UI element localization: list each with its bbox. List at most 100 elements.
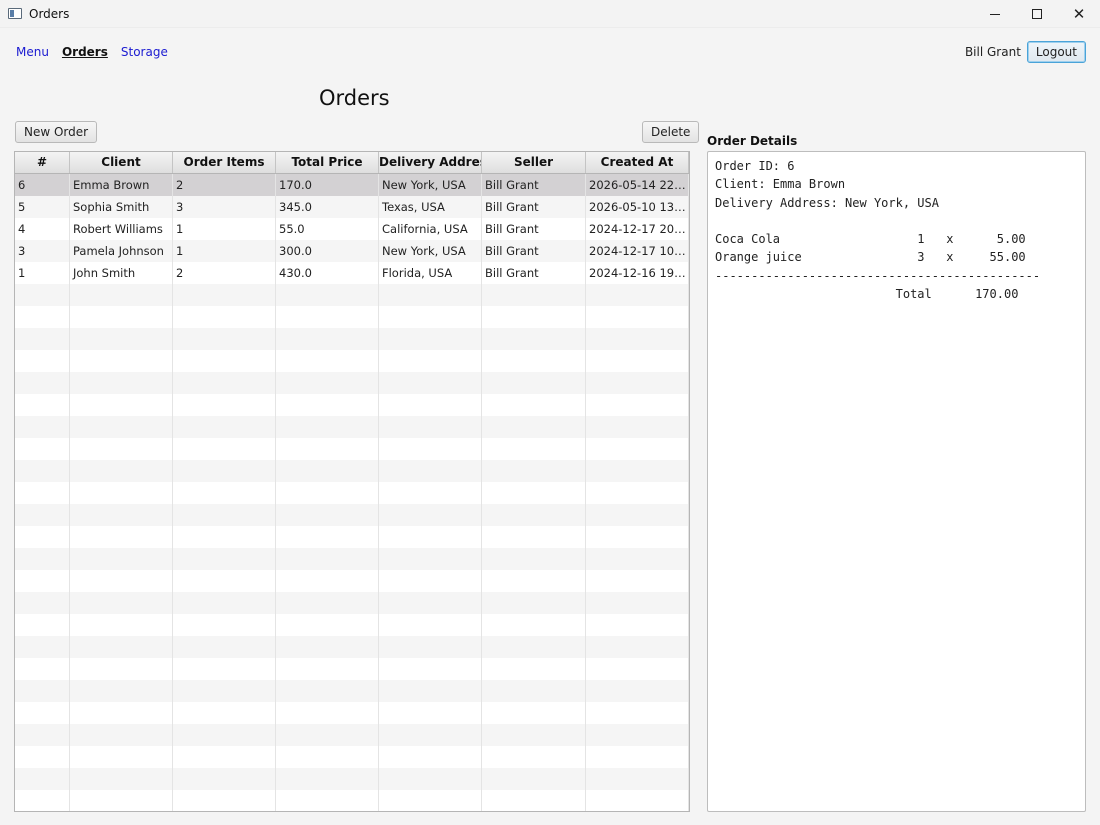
nav-menu-link[interactable]: Menu — [16, 45, 49, 59]
nav-orders-link[interactable]: Orders — [62, 45, 108, 59]
table-cell — [70, 614, 173, 636]
table-cell — [379, 372, 482, 394]
table-row[interactable]: 6 Emma Brown 2 170.0 New York, USA Bill Grant… — [15, 174, 689, 196]
table-cell — [276, 768, 379, 790]
table-cell — [173, 680, 276, 702]
column-header[interactable]: Created At — [586, 152, 689, 173]
order-details-label: Order Details — [707, 134, 798, 148]
empty-table-row[interactable] — [15, 284, 689, 306]
table-row[interactable]: 4 Robert Williams 1 55.0 California, USA Bill… — [15, 218, 689, 240]
table-cell: 2024-12-16 19:35:... — [586, 262, 689, 284]
table-cell — [586, 482, 689, 504]
details-line: Delivery Address: New York, USA — [715, 195, 939, 210]
empty-table-row[interactable] — [15, 702, 689, 724]
table-cell — [379, 438, 482, 460]
empty-table-row[interactable] — [15, 416, 689, 438]
empty-table-row[interactable] — [15, 504, 689, 526]
table-cell — [276, 284, 379, 306]
table-cell — [70, 680, 173, 702]
close-button[interactable]: ✕ — [1058, 0, 1100, 28]
table-cell — [586, 702, 689, 724]
table-cell: 3 — [15, 240, 70, 262]
table-cell — [173, 526, 276, 548]
table-cell — [70, 372, 173, 394]
table-cell — [586, 548, 689, 570]
empty-table-row[interactable] — [15, 658, 689, 680]
empty-table-row[interactable] — [15, 570, 689, 592]
table-cell — [15, 702, 70, 724]
table-row[interactable]: 1 John Smith 2 430.0 Florida, USA Bill Grant 2… — [15, 262, 689, 284]
table-row[interactable]: 3 Pamela Johnson 1 300.0 New York, USA Bill G… — [15, 240, 689, 262]
table-cell — [15, 438, 70, 460]
empty-table-row[interactable] — [15, 306, 689, 328]
empty-table-row[interactable] — [15, 592, 689, 614]
table-cell — [379, 592, 482, 614]
empty-table-row[interactable] — [15, 636, 689, 658]
new-order-button[interactable]: New Order — [15, 121, 98, 143]
table-cell — [70, 350, 173, 372]
nav-storage-link[interactable]: Storage — [121, 45, 168, 59]
table-cell — [379, 284, 482, 306]
current-user-name: Bill Grant — [964, 45, 1021, 59]
table-cell — [586, 680, 689, 702]
table-cell — [586, 394, 689, 416]
table-cell — [276, 460, 379, 482]
table-row[interactable]: 5 Sophia Smith 3 345.0 Texas, USA Bill Grant 2… — [15, 196, 689, 218]
table-cell — [70, 724, 173, 746]
details-line: Total 170.00 — [715, 287, 1019, 302]
table-cell — [70, 416, 173, 438]
table-cell — [70, 592, 173, 614]
table-cell — [70, 768, 173, 790]
column-header[interactable]: Order Items — [173, 152, 276, 173]
table-cell — [15, 526, 70, 548]
empty-table-row[interactable] — [15, 328, 689, 350]
table-cell: New York, USA — [379, 240, 482, 262]
order-details-text[interactable]: Order ID: 6 Client: Emma Brown Delivery Ad… — [707, 151, 1086, 812]
table-cell — [70, 526, 173, 548]
column-header[interactable]: Client — [70, 152, 173, 173]
column-header[interactable]: # — [15, 152, 70, 173]
table-cell — [15, 570, 70, 592]
empty-table-row[interactable] — [15, 614, 689, 636]
table-cell — [276, 504, 379, 526]
empty-table-row[interactable] — [15, 746, 689, 768]
column-header[interactable]: Delivery Address — [379, 152, 482, 173]
empty-table-row[interactable] — [15, 350, 689, 372]
minimize-button[interactable] — [974, 0, 1016, 28]
table-cell: Sophia Smith — [70, 196, 173, 218]
empty-table-row[interactable] — [15, 526, 689, 548]
empty-table-row[interactable] — [15, 394, 689, 416]
table-cell — [173, 416, 276, 438]
empty-table-row[interactable] — [15, 372, 689, 394]
table-cell — [276, 702, 379, 724]
delete-button[interactable]: Delete — [642, 121, 700, 143]
empty-table-row[interactable] — [15, 724, 689, 746]
table-cell — [173, 482, 276, 504]
table-cell — [15, 636, 70, 658]
table-cell — [276, 548, 379, 570]
empty-table-row[interactable] — [15, 768, 689, 790]
empty-table-row[interactable] — [15, 790, 689, 811]
table-cell: 55.0 — [276, 218, 379, 240]
maximize-icon — [1032, 9, 1042, 19]
table-cell: Florida, USA — [379, 262, 482, 284]
empty-table-row[interactable] — [15, 548, 689, 570]
table-cell — [276, 636, 379, 658]
table-cell — [15, 460, 70, 482]
table-cell: 5 — [15, 196, 70, 218]
logout-button[interactable]: Logout — [1026, 41, 1086, 63]
table-cell — [15, 504, 70, 526]
table-cell — [586, 746, 689, 768]
column-header[interactable]: Seller — [482, 152, 586, 173]
close-icon: ✕ — [1072, 5, 1086, 23]
table-cell — [482, 306, 586, 328]
column-header[interactable]: Total Price — [276, 152, 379, 173]
table-cell — [15, 548, 70, 570]
empty-table-row[interactable] — [15, 680, 689, 702]
empty-table-row[interactable] — [15, 460, 689, 482]
empty-table-row[interactable] — [15, 482, 689, 504]
table-cell — [482, 350, 586, 372]
empty-table-row[interactable] — [15, 438, 689, 460]
maximize-button[interactable] — [1016, 0, 1058, 28]
orders-table[interactable]: # Client Order Items Total Price Delivery Ad… — [14, 151, 690, 812]
